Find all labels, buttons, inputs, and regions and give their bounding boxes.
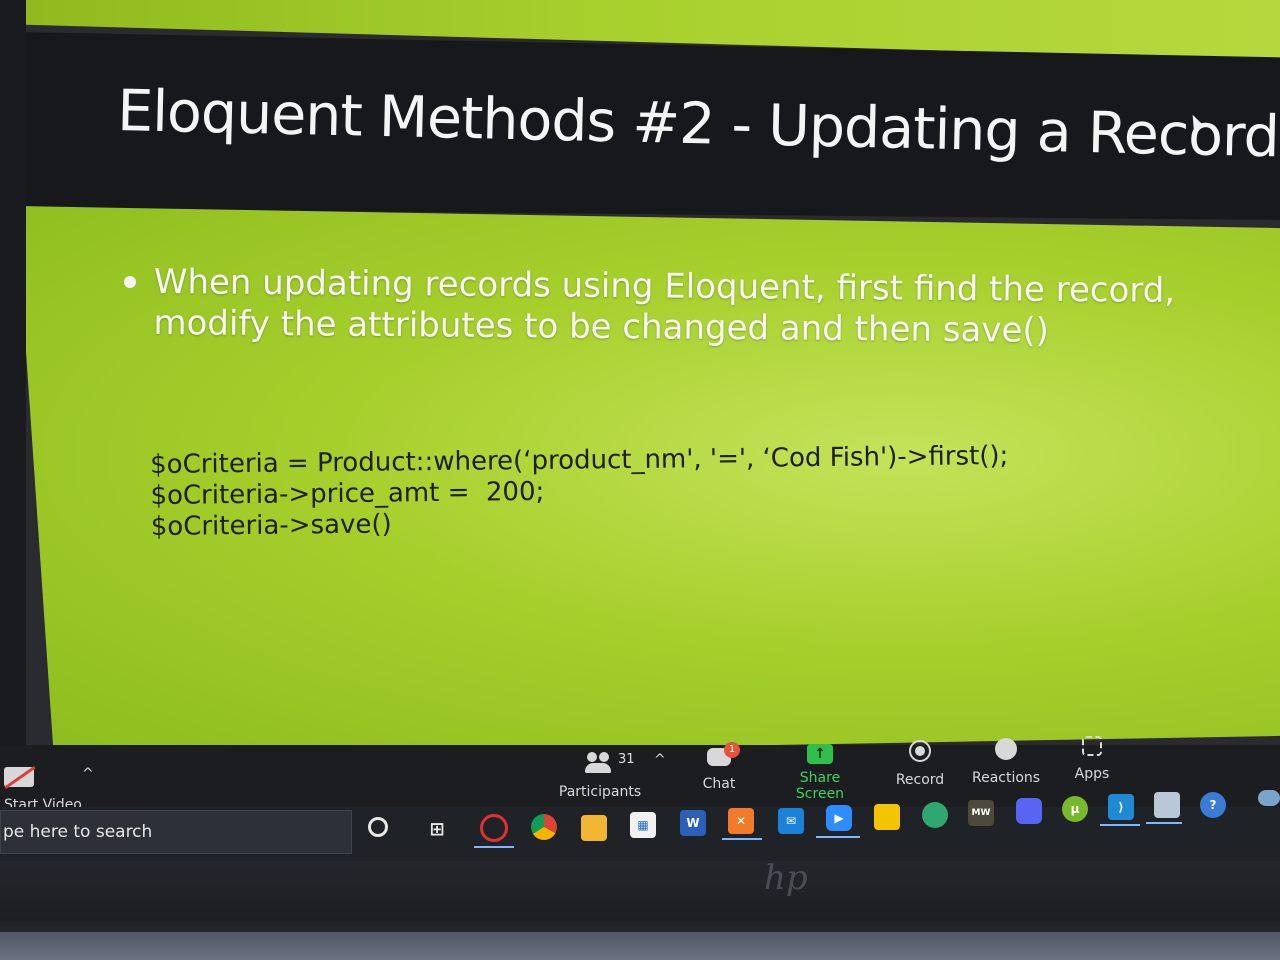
discord-icon[interactable] [1016,798,1042,824]
hp-logo: hp [764,858,808,898]
participants-count: 31 [618,752,635,767]
file-explorer-icon[interactable] [581,815,607,841]
xampp-icon[interactable]: ✕ [728,808,754,834]
bullet-point-icon [124,276,136,288]
chat-label: Chat [702,776,736,792]
reactions-label: Reactions [972,770,1041,786]
reactions-button[interactable]: Reactions [972,738,1040,786]
participants-button[interactable]: 31 Participants [552,752,648,800]
video-off-icon [4,767,34,787]
opera-icon[interactable] [480,814,508,842]
store-icon[interactable]: ▦ [630,812,656,838]
share-screen-label: Share Screen [795,770,845,802]
taskbar-search-input[interactable]: pe here to search [0,810,352,854]
video-options-chevron-up-icon[interactable]: ^ [82,766,94,782]
chat-unread-badge: 1 [724,742,740,758]
record-button[interactable]: Record [892,740,948,788]
smiley-icon [995,738,1017,760]
share-screen-arrow-icon: ↑ [807,744,833,764]
mail-icon[interactable]: ✉ [778,808,804,834]
zoom-active-indicator [816,836,860,838]
utorrent-icon[interactable]: µ [1062,796,1088,822]
notepad-icon[interactable] [1154,792,1180,818]
zoom-icon[interactable]: ▶ [826,805,852,831]
apps-label: Apps [1074,766,1110,782]
apps-button[interactable]: Apps [1070,736,1114,782]
apps-icon [1082,736,1102,756]
task-view-icon[interactable]: ⊞ [424,816,450,842]
participants-label: Participants [558,784,642,800]
laptop-base-edge [0,932,1280,960]
mw-icon[interactable]: MW [968,800,994,826]
participants-chevron-up-icon[interactable]: ^ [654,752,666,768]
record-label: Record [895,772,945,788]
vscode-active-indicator [1100,824,1140,826]
cloud-icon[interactable] [1258,790,1280,806]
code-snippet: $oCriteria = Product::where(‘product_nm'… [150,441,1011,543]
help-icon[interactable]: ? [1200,792,1226,818]
participants-icon [585,752,615,774]
notepad-active-indicator [1146,822,1182,824]
sticky-notes-icon[interactable] [874,804,900,830]
xampp-active-indicator [722,838,762,840]
record-icon [909,740,931,762]
word-icon[interactable]: W [680,810,706,836]
slide-bullet-text: When updating records using Eloquent, fi… [153,262,1176,351]
share-screen-button[interactable]: ↑ Share Screen [776,744,864,802]
spotify-icon[interactable] [922,802,948,828]
chrome-icon[interactable] [531,814,557,840]
vscode-icon[interactable]: ⟩ [1108,794,1134,820]
opera-active-indicator [474,846,514,848]
search-circle-icon[interactable] [368,817,388,837]
